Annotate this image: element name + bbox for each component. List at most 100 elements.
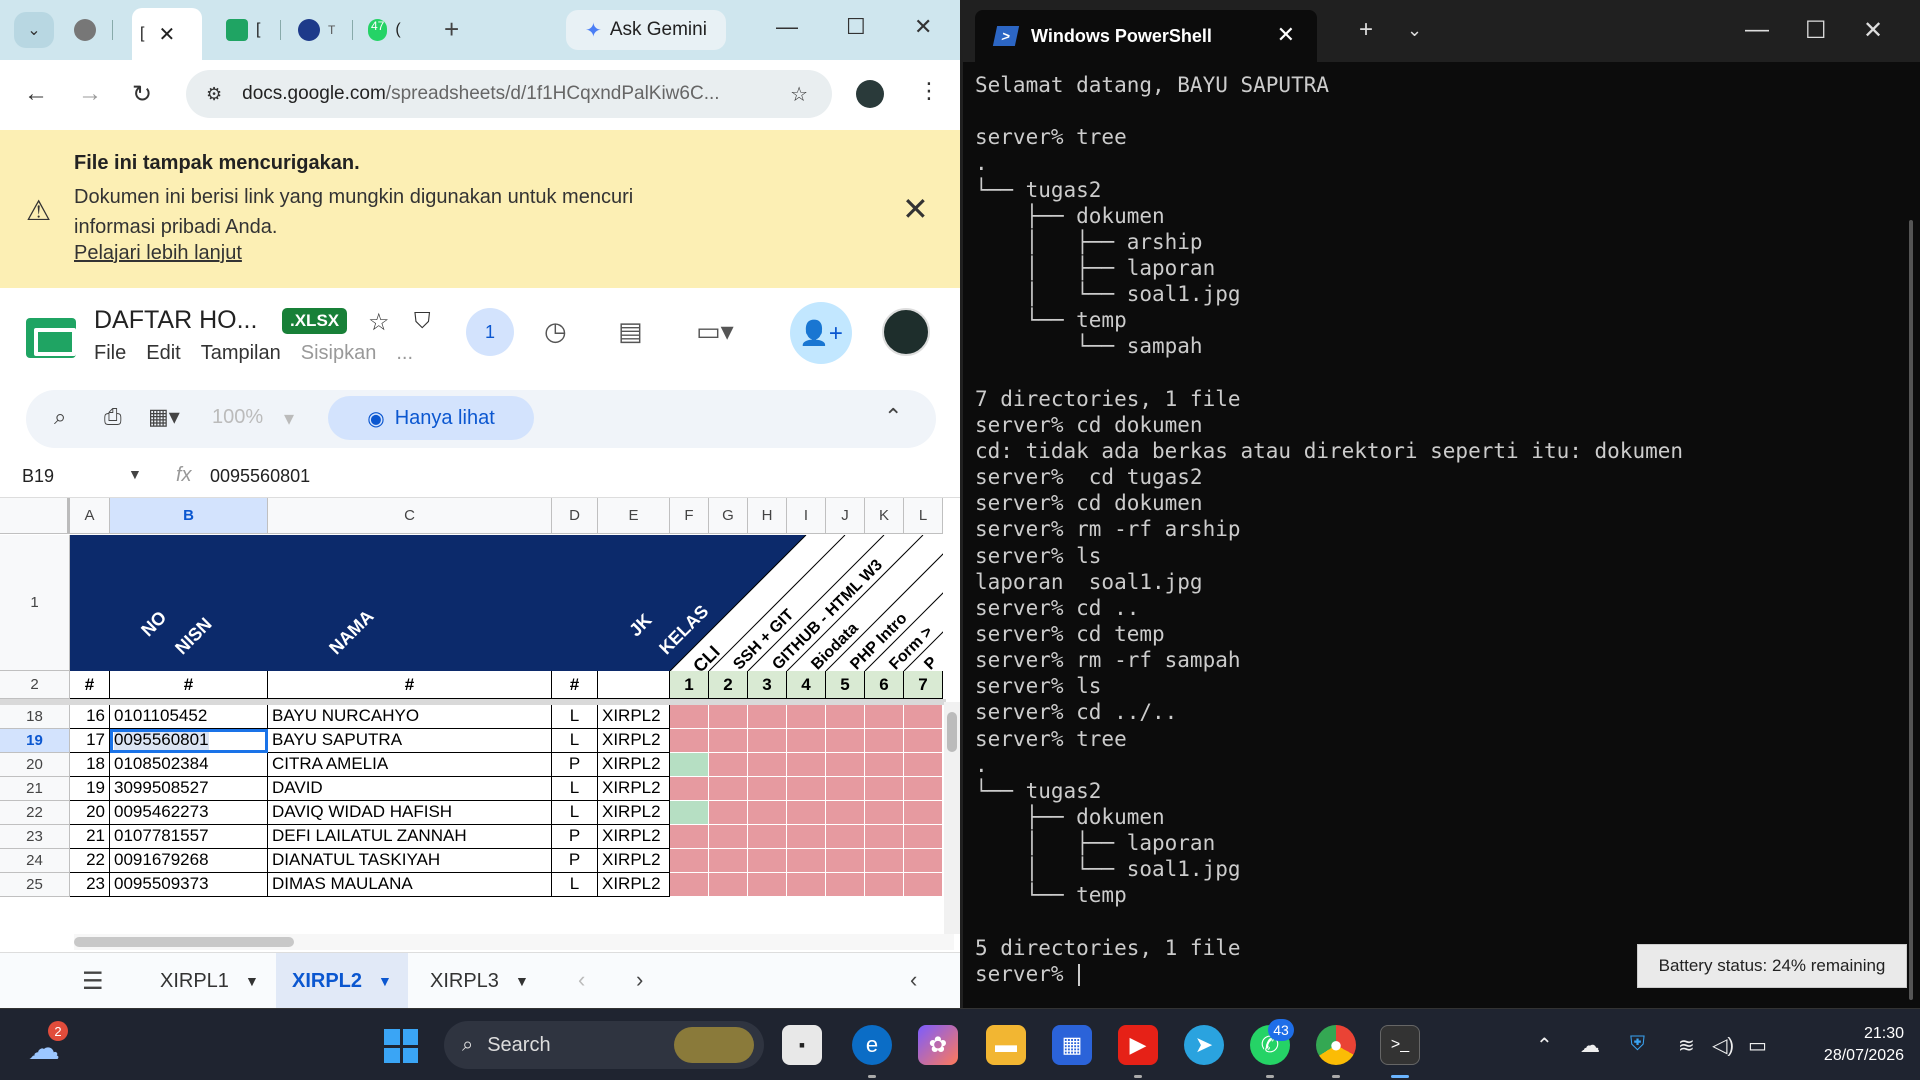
- cell-jk[interactable]: P: [552, 753, 598, 777]
- task-status-cell[interactable]: [670, 825, 709, 849]
- clock[interactable]: 21:30 28/07/2026: [1784, 1023, 1904, 1067]
- task-status-cell[interactable]: [670, 801, 709, 825]
- task-number-cell[interactable]: 7: [904, 671, 943, 699]
- task-status-cell[interactable]: [865, 729, 904, 753]
- row-header[interactable]: 1: [0, 535, 70, 671]
- column-header-h[interactable]: H: [748, 498, 787, 534]
- row-header[interactable]: 18: [0, 705, 70, 729]
- copilot-icon[interactable]: ✿: [918, 1025, 958, 1065]
- task-status-cell[interactable]: [670, 873, 709, 897]
- tab-active[interactable]: [ ✕: [132, 8, 202, 60]
- reload-icon[interactable]: ↻: [132, 80, 152, 109]
- task-status-cell[interactable]: [748, 753, 787, 777]
- task-number-cell[interactable]: 2: [709, 671, 748, 699]
- back-icon[interactable]: ←: [24, 80, 48, 108]
- task-status-cell[interactable]: [904, 705, 943, 729]
- task-status-cell[interactable]: [904, 873, 943, 897]
- cell-kelas[interactable]: XIRPL2: [598, 777, 670, 801]
- task-status-cell[interactable]: [904, 801, 943, 825]
- minimize-icon[interactable]: —: [1745, 16, 1769, 44]
- cell-nama[interactable]: BAYU SAPUTRA: [268, 729, 552, 753]
- menu-file[interactable]: File: [94, 342, 126, 365]
- cell-nisn[interactable]: 0091679268: [110, 849, 268, 873]
- menu-view[interactable]: Tampilan: [201, 342, 281, 365]
- more-menu-icon[interactable]: ⋮: [918, 78, 940, 104]
- new-tab-button[interactable]: +: [1359, 16, 1373, 44]
- task-number-cell[interactable]: 6: [865, 671, 904, 699]
- cell-no[interactable]: 19: [70, 777, 110, 801]
- scroll-thumb[interactable]: [74, 937, 294, 947]
- task-status-cell[interactable]: [904, 729, 943, 753]
- task-status-cell[interactable]: [787, 873, 826, 897]
- version-history-icon[interactable]: ◷: [544, 316, 567, 347]
- cell-nama[interactable]: DAVID: [268, 777, 552, 801]
- comments-icon[interactable]: ▤: [618, 316, 643, 347]
- cell-kelas[interactable]: XIRPL2: [598, 705, 670, 729]
- task-status-cell[interactable]: [826, 849, 865, 873]
- task-status-cell[interactable]: [787, 825, 826, 849]
- cell-no[interactable]: 23: [70, 873, 110, 897]
- task-status-cell[interactable]: [748, 705, 787, 729]
- row-header[interactable]: 23: [0, 825, 70, 849]
- menu-edit[interactable]: Edit: [146, 342, 180, 365]
- cell-no[interactable]: 18: [70, 753, 110, 777]
- defender-icon[interactable]: ⛨: [1630, 1033, 1645, 1056]
- share-button[interactable]: 👤+: [790, 302, 852, 364]
- sheet-tab-xirpl2[interactable]: XIRPL2 ▼: [276, 953, 408, 1008]
- avatar[interactable]: [882, 308, 930, 356]
- sheet-tab-xirpl3[interactable]: XIRPL3 ▼: [414, 953, 545, 1008]
- task-status-cell[interactable]: [670, 777, 709, 801]
- column-header-f[interactable]: F: [670, 498, 709, 534]
- task-status-cell[interactable]: [904, 849, 943, 873]
- menu-insert[interactable]: Sisipkan: [301, 342, 377, 365]
- header-cell[interactable]: [598, 671, 670, 699]
- header-cell[interactable]: #: [70, 671, 110, 699]
- task-number-cell[interactable]: 5: [826, 671, 865, 699]
- terminal-tab[interactable]: > Windows PowerShell ✕: [975, 10, 1317, 62]
- task-status-cell[interactable]: [709, 825, 748, 849]
- task-status-cell[interactable]: [709, 729, 748, 753]
- task-status-cell[interactable]: [748, 777, 787, 801]
- column-header-i[interactable]: I: [787, 498, 826, 534]
- column-header-e[interactable]: E: [598, 498, 670, 534]
- cell-nisn[interactable]: 0101105452: [110, 705, 268, 729]
- task-status-cell[interactable]: [826, 825, 865, 849]
- task-status-cell[interactable]: [748, 825, 787, 849]
- terminal-icon[interactable]: >_: [1380, 1025, 1420, 1065]
- cell-no[interactable]: 20: [70, 801, 110, 825]
- document-title[interactable]: DAFTAR HO...: [94, 306, 257, 335]
- print-icon[interactable]: ⎙: [104, 404, 122, 430]
- task-status-cell[interactable]: [787, 729, 826, 753]
- name-box[interactable]: B19: [22, 466, 54, 487]
- edge-icon[interactable]: e: [852, 1025, 892, 1065]
- terminal-output[interactable]: Selamat datang, BAYU SAPUTRA server% tree…: [975, 72, 1905, 987]
- cell-no[interactable]: 16: [70, 705, 110, 729]
- cell-jk[interactable]: L: [552, 801, 598, 825]
- maximize-icon[interactable]: ☐: [846, 14, 866, 40]
- task-number-cell[interactable]: 1: [670, 671, 709, 699]
- cell-nama[interactable]: DEFI LAILATUL ZANNAH: [268, 825, 552, 849]
- cell-jk[interactable]: L: [552, 873, 598, 897]
- cell-no[interactable]: 21: [70, 825, 110, 849]
- spreadsheet-grid[interactable]: A B C D E F G H I J K L 1 2 NO NISN NAMA…: [0, 498, 946, 934]
- format-icon[interactable]: ▦▾: [148, 404, 180, 430]
- scroll-tabs-left-icon[interactable]: ‹: [578, 967, 585, 993]
- task-status-cell[interactable]: [709, 753, 748, 777]
- tab-trello[interactable]: T: [290, 12, 343, 48]
- task-status-cell[interactable]: [787, 849, 826, 873]
- cell-nisn[interactable]: 0107781557: [110, 825, 268, 849]
- task-status-cell[interactable]: [826, 729, 865, 753]
- store-icon[interactable]: ▦: [1052, 1025, 1092, 1065]
- bookmark-star-icon[interactable]: ☆: [790, 82, 808, 107]
- task-view-icon[interactable]: ▪: [782, 1025, 822, 1065]
- task-status-cell[interactable]: [826, 705, 865, 729]
- cell-kelas[interactable]: XIRPL2: [598, 825, 670, 849]
- zoom-caret-icon[interactable]: ▾: [284, 406, 294, 431]
- task-status-cell[interactable]: [865, 825, 904, 849]
- terminal-scrollbar[interactable]: [1909, 220, 1913, 1000]
- column-header-g[interactable]: G: [709, 498, 748, 534]
- tab-whatsapp[interactable]: 47 (: [360, 12, 409, 48]
- omnibox[interactable]: ⚙ docs.google.com/spreadsheets/d/1f1HCqx…: [186, 70, 832, 118]
- cell-nisn[interactable]: 0095462273: [110, 801, 268, 825]
- tab-search-button[interactable]: ⌄: [14, 12, 54, 48]
